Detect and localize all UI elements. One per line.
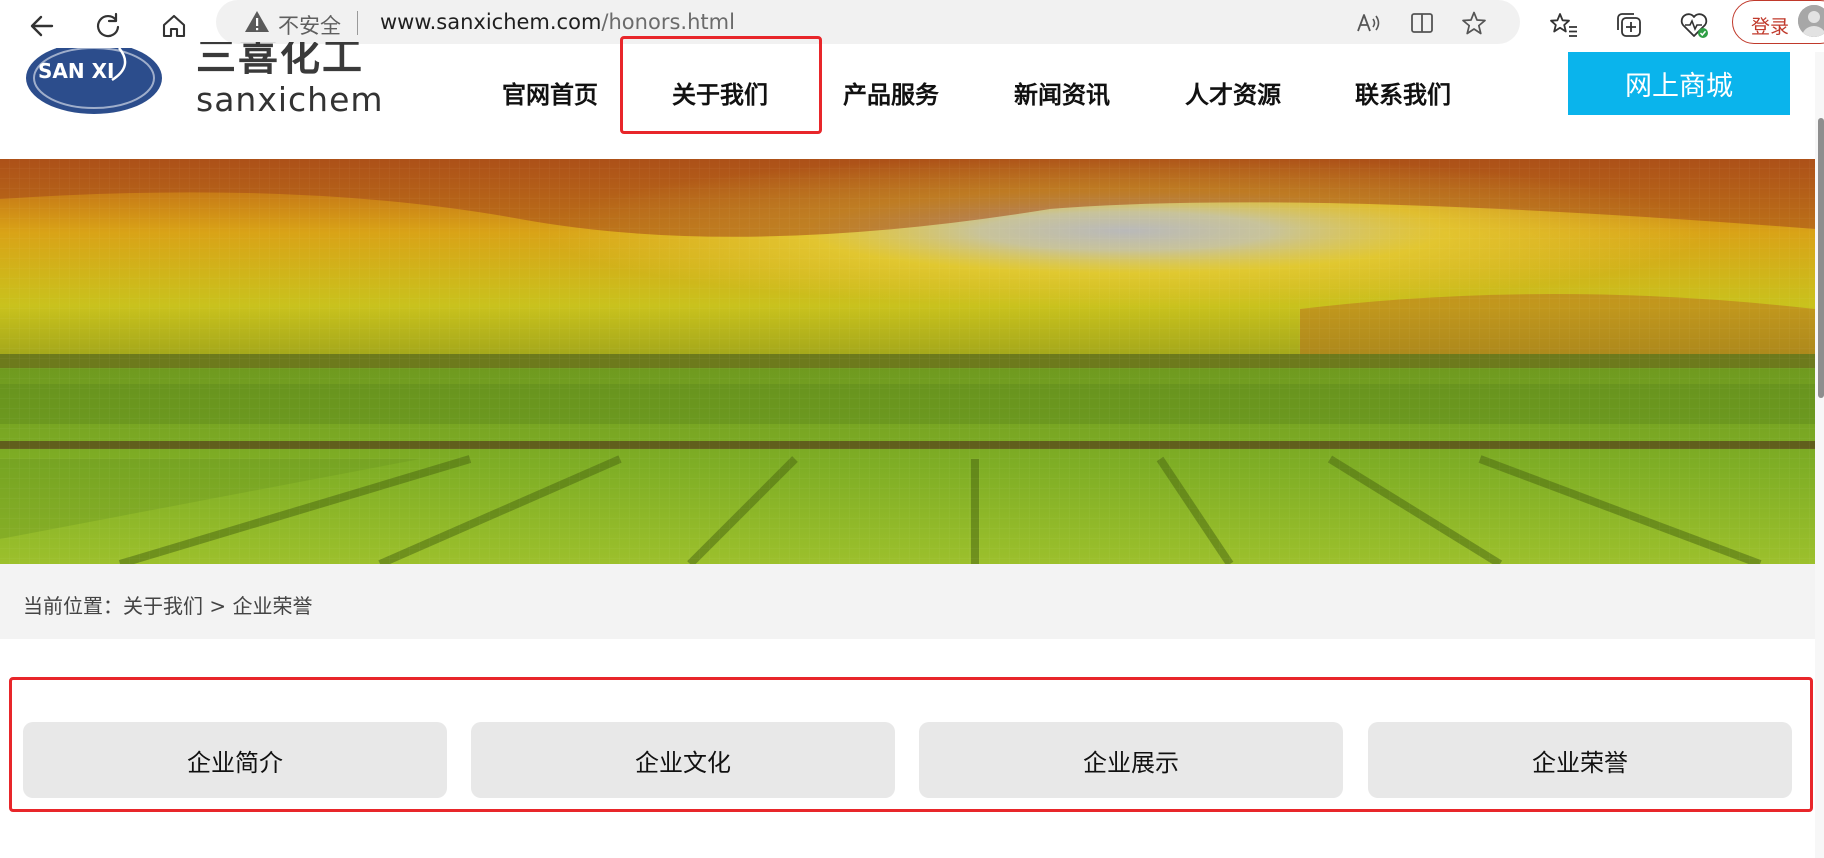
site-header: SAN XI 三喜化工 sanxichem 官网首页 关于我们 产品服务 新闻资…: [0, 36, 1824, 158]
favorites-icon[interactable]: [1547, 8, 1581, 42]
active-nav-highlight: [620, 36, 822, 134]
logo-badge-text: SAN XI: [38, 59, 114, 83]
url-path: /honors.html: [601, 10, 735, 34]
subnav-company-culture[interactable]: 企业文化: [471, 722, 895, 798]
logo-chinese-name: 三喜化工: [196, 42, 364, 74]
home-icon: [162, 14, 186, 38]
login-label: 登录: [1751, 16, 1790, 38]
nav-item-home[interactable]: 官网首页: [480, 62, 620, 122]
split-screen-icon[interactable]: [1408, 9, 1436, 37]
user-avatar-icon: [1798, 5, 1824, 37]
read-aloud-icon[interactable]: [1354, 9, 1382, 37]
breadcrumb: 当前位置：关于我们 > 企业荣誉: [23, 590, 312, 619]
avatar[interactable]: [1798, 5, 1824, 37]
security-status-label[interactable]: 不安全: [278, 10, 341, 40]
home-button[interactable]: [154, 6, 194, 46]
subnav-company-showcase[interactable]: 企业展示: [919, 722, 1343, 798]
online-shop-button[interactable]: 网上商城: [1568, 52, 1790, 115]
subnav-company-honors[interactable]: 企业荣誉: [1368, 722, 1792, 798]
star-icon[interactable]: [1460, 9, 1488, 37]
breadcrumb-parent-link[interactable]: 关于我们: [123, 594, 203, 618]
address-bar[interactable]: 不安全 www.sanxichem.com/honors.html: [216, 0, 1520, 44]
breadcrumb-separator: >: [203, 594, 233, 618]
scrollbar-thumb[interactable]: [1818, 118, 1824, 398]
site-logo[interactable]: SAN XI: [24, 42, 164, 118]
url-domain: www.sanxichem.com: [380, 10, 602, 34]
hero-banner: [0, 159, 1815, 564]
nav-item-careers[interactable]: 人才资源: [1163, 62, 1303, 122]
logo-emblem: SAN XI: [26, 42, 162, 114]
nav-item-news[interactable]: 新闻资讯: [992, 62, 1132, 122]
breadcrumb-bar: 当前位置：关于我们 > 企业荣誉: [0, 564, 1815, 639]
collections-icon[interactable]: [1612, 8, 1646, 42]
logo-english-name: sanxichem: [196, 80, 384, 119]
back-button[interactable]: [22, 6, 62, 46]
warning-icon[interactable]: [244, 9, 270, 39]
browser-essentials-icon[interactable]: [1677, 8, 1711, 42]
sunset-field-image: [0, 159, 1815, 564]
breadcrumb-current: 企业荣誉: [232, 594, 313, 618]
address-divider: [357, 11, 358, 35]
back-arrow-icon: [30, 15, 54, 37]
nav-item-products[interactable]: 产品服务: [821, 62, 961, 122]
nav-item-contact[interactable]: 联系我们: [1333, 62, 1473, 122]
refresh-icon: [96, 12, 120, 38]
url-text[interactable]: www.sanxichem.com/honors.html: [380, 10, 735, 34]
breadcrumb-prefix: 当前位置：: [23, 594, 123, 618]
refresh-button[interactable]: [88, 6, 128, 46]
subnav-company-profile[interactable]: 企业简介: [23, 722, 447, 798]
